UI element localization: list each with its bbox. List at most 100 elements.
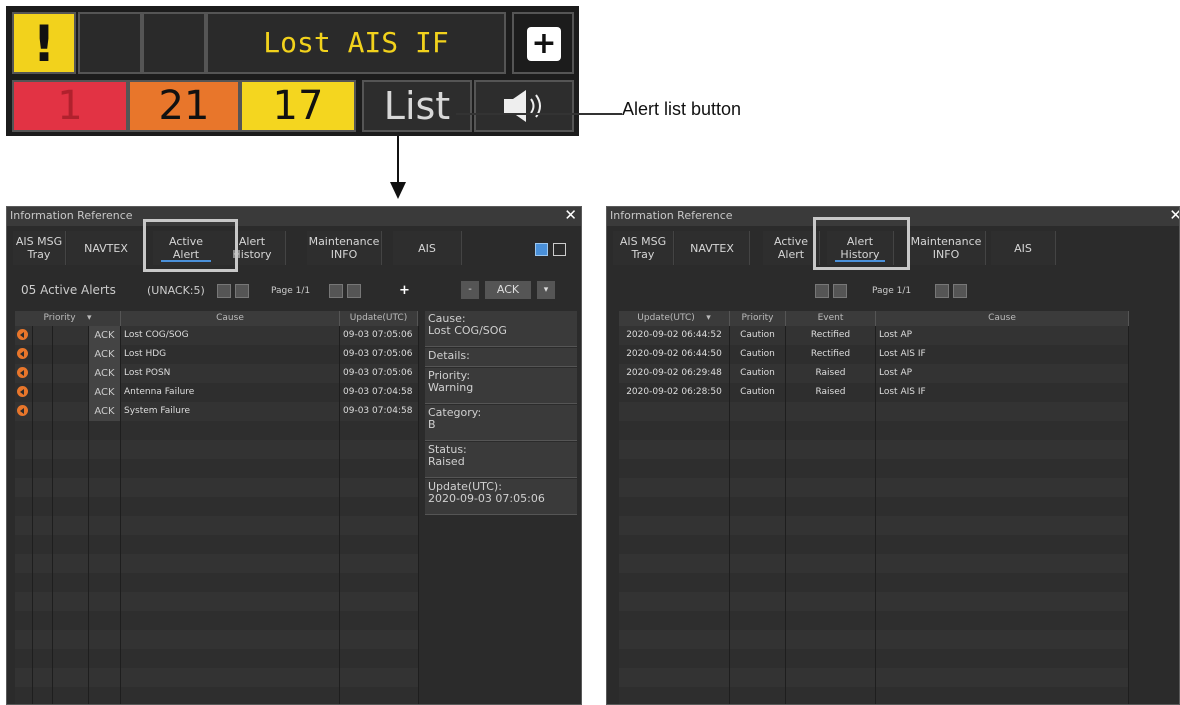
first-page-button[interactable] — [217, 284, 231, 298]
warning-indicator[interactable]: ! — [12, 12, 76, 74]
table-cell — [33, 478, 53, 497]
ack-cell[interactable]: ACK — [89, 364, 121, 383]
cause-cell: Lost COG/SOG — [121, 326, 340, 345]
table-row[interactable]: 2020-09-02 06:44:50 Caution Rectified Lost … — [619, 345, 1129, 365]
highlight-box — [143, 219, 238, 272]
table-cell — [340, 497, 419, 516]
expand-button[interactable]: + — [512, 12, 574, 74]
table-cell — [53, 459, 89, 478]
table-cell — [121, 554, 340, 573]
table-cell — [89, 611, 121, 630]
alert-slot-empty — [142, 12, 206, 74]
time-cell: 2020-09-02 06:28:50 — [619, 383, 730, 402]
time-cell — [619, 649, 730, 668]
ack-button[interactable]: ACK — [485, 281, 531, 299]
tab-ais[interactable]: AIS — [991, 231, 1056, 265]
next-page-button[interactable] — [329, 284, 343, 298]
table-cell — [33, 573, 53, 592]
ack-cell[interactable]: ACK — [89, 345, 121, 364]
speaker-icon — [504, 90, 541, 122]
col-priority[interactable]: Priority ▾ — [15, 311, 121, 326]
table-cell — [121, 573, 340, 592]
time-cell — [619, 630, 730, 649]
col-event[interactable]: Event — [786, 311, 876, 326]
tab-ais-msg-tray[interactable]: AIS MSG Tray — [613, 231, 674, 265]
table-cell — [53, 668, 89, 687]
detail-value: 2020-09-03 07:05:06 — [428, 492, 545, 505]
table-cell — [33, 535, 53, 554]
table-row[interactable]: 2020-09-02 06:44:52 Caution Rectified Lost … — [619, 326, 1129, 346]
prev-page-button[interactable] — [235, 284, 249, 298]
minus-button[interactable]: - — [461, 281, 479, 299]
time-cell — [619, 478, 730, 497]
alert-list-button[interactable]: List — [362, 80, 472, 132]
table-cell — [33, 497, 53, 516]
cause-cell: Antenna Failure — [121, 383, 340, 402]
time-cell: 2020-09-02 06:29:48 — [619, 364, 730, 383]
col-cause[interactable]: Cause — [121, 311, 340, 326]
table-row[interactable]: ACK Lost POSN 09-03 07:05:06 — [15, 364, 419, 384]
first-page-button[interactable] — [815, 284, 829, 298]
col-update[interactable]: Update(UTC) — [340, 311, 418, 326]
ack-cell[interactable]: ACK — [89, 326, 121, 345]
close-icon[interactable]: ✕ — [1169, 207, 1179, 224]
time-cell — [619, 668, 730, 687]
detail-value: B — [428, 418, 436, 431]
table-row[interactable]: ACK Antenna Failure 09-03 07:04:58 — [15, 383, 419, 403]
tab-maintenance-info[interactable]: Maintenance INFO — [307, 231, 382, 265]
tab-navtex[interactable]: NAVTEX — [675, 231, 750, 265]
last-page-button[interactable] — [347, 284, 361, 298]
table-row[interactable]: ACK System Failure 09-03 07:04:58 — [15, 402, 419, 422]
tab-maintenance-info[interactable]: Maintenance INFO — [907, 231, 986, 265]
event-cell — [786, 478, 876, 497]
col-update[interactable]: Update(UTC) ▾ — [619, 311, 730, 326]
table-row — [15, 421, 419, 441]
tab-ais[interactable]: AIS — [393, 231, 462, 265]
table-cell — [89, 497, 121, 516]
priority-cell — [730, 402, 786, 421]
table-cell — [53, 573, 89, 592]
prev-page-button[interactable] — [833, 284, 847, 298]
table-cell — [89, 535, 121, 554]
next-page-button[interactable] — [935, 284, 949, 298]
table-row — [619, 440, 1129, 460]
table-cell — [15, 478, 33, 497]
table-cell — [89, 459, 121, 478]
tab-navtex[interactable]: NAVTEX — [67, 231, 146, 265]
alert-message[interactable]: Lost AIS IF — [206, 12, 506, 74]
close-icon[interactable]: ✕ — [564, 207, 577, 224]
table-cell — [53, 516, 89, 535]
time-cell — [619, 687, 730, 704]
tab-active-alert[interactable]: Active Alert — [763, 231, 820, 265]
table-row — [619, 649, 1129, 669]
tab-ais-msg-tray[interactable]: AIS MSG Tray — [13, 231, 66, 265]
table-row[interactable]: ACK Lost HDG 09-03 07:05:06 — [15, 345, 419, 365]
table-cell — [53, 649, 89, 668]
table-cell — [33, 554, 53, 573]
table-row — [619, 611, 1129, 631]
table-row[interactable]: 2020-09-02 06:28:50 Caution Raised Lost AIS… — [619, 383, 1129, 403]
window-layout-icon[interactable] — [535, 243, 548, 256]
chevron-down-icon[interactable]: ▾ — [537, 281, 555, 299]
table-cell — [15, 402, 33, 421]
last-page-button[interactable] — [953, 284, 967, 298]
table-cell — [121, 497, 340, 516]
table-row — [15, 573, 419, 593]
col-cause[interactable]: Cause — [876, 311, 1129, 326]
warning-count: 21 — [128, 80, 240, 132]
priority-cell — [730, 478, 786, 497]
plus-icon[interactable]: + — [397, 283, 412, 298]
ack-cell[interactable]: ACK — [89, 402, 121, 421]
table-cell — [53, 497, 89, 516]
ack-cell[interactable]: ACK — [89, 383, 121, 402]
table-cell — [340, 611, 419, 630]
table-cell — [340, 421, 419, 440]
table-row[interactable]: ACK Lost COG/SOG 09-03 07:05:06 — [15, 326, 419, 346]
time-cell — [619, 554, 730, 573]
table-cell — [15, 364, 33, 383]
window-layout-icon[interactable] — [553, 243, 566, 256]
table-cell — [33, 364, 53, 383]
col-priority[interactable]: Priority — [730, 311, 786, 326]
table-row[interactable]: 2020-09-02 06:29:48 Caution Raised Lost AP — [619, 364, 1129, 384]
buzzer-stop-button[interactable] — [474, 80, 574, 132]
